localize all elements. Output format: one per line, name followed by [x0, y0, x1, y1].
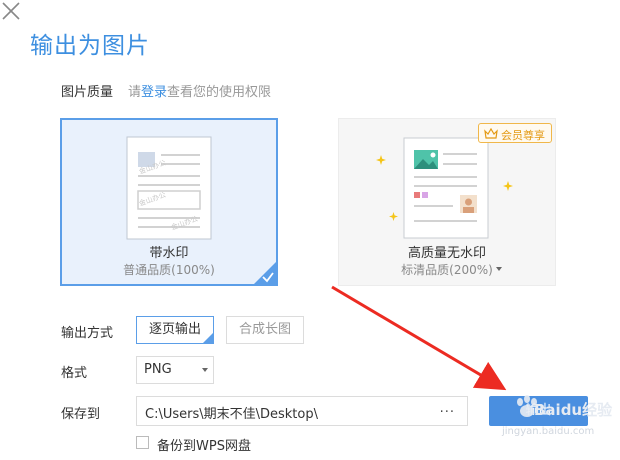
- quality-hint: 请登录查看您的使用权限: [128, 81, 271, 100]
- sparkle-icon: [389, 212, 398, 221]
- hint-prefix: 请: [128, 85, 142, 100]
- quality-card-watermark[interactable]: 金山办公 金山办公 金山办公 带水印 普通品质(100%): [60, 118, 278, 286]
- member-badge-label: 会员尊享: [501, 129, 545, 142]
- watermark-url: jingyan.baidu.com: [502, 426, 595, 437]
- backup-checkbox[interactable]: [136, 436, 149, 449]
- login-link[interactable]: 登录: [141, 85, 167, 100]
- card-title: 高质量无水印: [407, 246, 486, 261]
- sparkle-icon: [376, 155, 386, 165]
- output-mode-per-page[interactable]: 逐页输出: [136, 316, 214, 344]
- chevron-down-icon[interactable]: [496, 267, 502, 271]
- hint-suffix: 查看您的使用权限: [167, 85, 272, 100]
- save-path-input[interactable]: C:\Users\期末不佳\Desktop\ ...: [136, 396, 468, 426]
- backup-label: 备份到WPS网盘: [157, 439, 251, 454]
- selected-corner: [202, 332, 214, 344]
- watermark-text: Baidu经验: [534, 401, 613, 419]
- document-preview-icon: 金山办公 金山办公 金山办公: [126, 136, 212, 240]
- output-mode-label: 输出方式: [61, 326, 114, 341]
- save-to-label: 保存到: [61, 407, 101, 422]
- quality-label: 图片质量: [61, 85, 114, 100]
- quality-card-hd[interactable]: 高质量无水印 标清品质(200%): [338, 118, 556, 286]
- output-mode-long-image[interactable]: 合成长图: [226, 316, 304, 344]
- output-mode-long-image-label: 合成长图: [238, 322, 291, 337]
- format-label: 格式: [61, 366, 88, 381]
- dialog-title: 输出为图片: [30, 33, 150, 59]
- document-preview-icon: [403, 137, 489, 239]
- card-subtitle: 标清品质(200%): [401, 263, 493, 277]
- sparkle-icon: [503, 181, 513, 191]
- format-select[interactable]: PNG: [136, 356, 214, 384]
- card-subtitle: 普通品质(100%): [123, 263, 215, 277]
- close-icon[interactable]: [0, 0, 22, 22]
- browse-button[interactable]: ...: [440, 401, 455, 416]
- crown-icon: [484, 128, 498, 139]
- chevron-down-icon: [202, 368, 208, 372]
- format-value: PNG: [144, 362, 172, 377]
- card-title: 带水印: [149, 246, 189, 261]
- save-path-value: C:\Users\期末不佳\Desktop\: [145, 407, 318, 422]
- member-badge: 会员尊享: [478, 123, 552, 143]
- check-icon: [262, 272, 274, 283]
- baidu-watermark: Baidu经验 jingyan.baidu.com: [488, 395, 612, 448]
- output-mode-per-page-label: 逐页输出: [148, 322, 201, 337]
